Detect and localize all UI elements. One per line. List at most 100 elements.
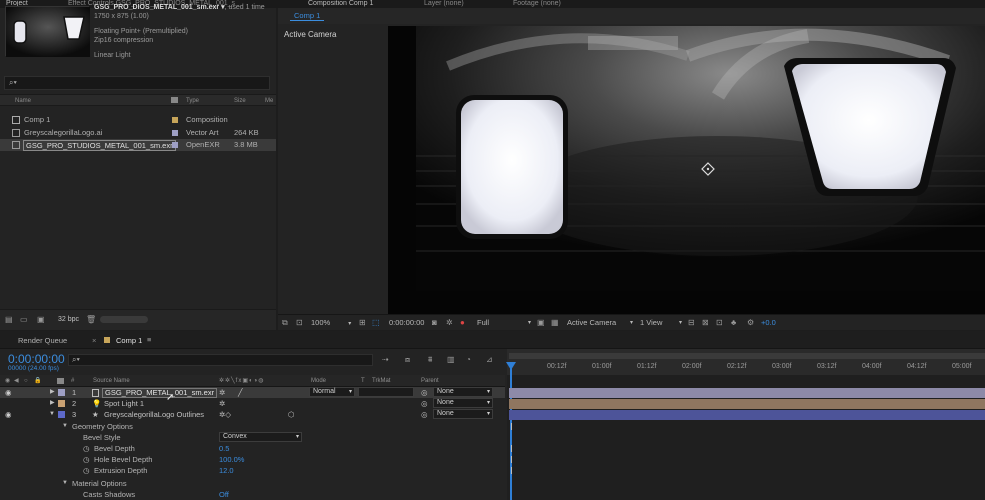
tab-composition[interactable]: Composition Comp 1 [308,0,373,8]
time-ruler[interactable]: 00:12f 01:00f 01:12f 02:00f 02:12f 03:00… [507,349,985,375]
interpret-footage-icon[interactable]: ▤ [5,315,13,325]
project-item[interactable]: Comp 1 Composition [0,114,276,126]
pickwhip-icon[interactable]: ◎ [421,387,428,398]
blend-mode-select[interactable]: Normal ▾ [309,387,355,397]
layer-name[interactable]: Spot Light 1 [104,398,144,409]
work-area-bar[interactable] [509,353,985,359]
fast-previews-icon[interactable]: ⊟ [688,318,695,328]
quality-switch-icon[interactable]: ╱ [238,387,243,398]
flowchart-icon[interactable]: ⊡ [716,318,723,328]
property-row[interactable]: ◷ Extrusion Depth 12.0 [0,465,505,476]
expand-triangle-icon[interactable]: ▼ [62,421,68,432]
col-parent[interactable]: Parent [421,375,439,387]
trkmat-select[interactable] [358,387,414,397]
col-name[interactable]: Name [15,98,31,104]
pickwhip-icon[interactable]: ◎ [421,398,428,409]
property-value[interactable]: 12.0 [219,465,234,476]
new-folder-icon[interactable]: ▭ [20,315,28,325]
keyframe-marker[interactable] [511,467,512,474]
project-search-input[interactable]: ⌕▾ [4,76,270,90]
expand-triangle-icon[interactable]: ▼ [62,478,68,489]
stopwatch-icon[interactable]: ◷ [83,465,90,476]
col-source-name[interactable]: Source Name [93,375,130,387]
show-snapshot-icon[interactable]: ✲ [446,318,453,328]
comp-mini-flowchart-icon[interactable]: ⇢ [382,355,389,365]
layer-label-color[interactable] [58,389,65,396]
timeline-search-input[interactable]: ⌕▾ [68,354,373,366]
composition-canvas[interactable] [388,26,985,314]
toggle-transparency-icon[interactable]: ▣ [537,318,545,328]
property-group[interactable]: ▼ Material Options [0,478,505,489]
eye-icon[interactable]: ◉ [5,409,12,420]
file-name[interactable]: GSG_PRO_DIOS_METAL_001_sm.exr ▾ [94,4,225,11]
shy-layers-icon[interactable]: ⩩ [428,355,432,365]
pickwhip-icon[interactable]: ◎ [421,409,428,420]
tab-footage[interactable]: Footage (none) [513,0,561,8]
tab-comp-1[interactable]: Comp 1 [116,336,142,345]
col-mode[interactable]: Mode [311,375,326,387]
3d-layer-icon[interactable]: ⬡ [288,409,295,420]
eye-icon[interactable]: ◉ [5,375,10,387]
mask-visibility-icon[interactable]: ⬚ [372,318,380,328]
keyframe-marker[interactable] [511,445,512,452]
property-row[interactable]: Bevel Style Convex ▾ [0,432,505,443]
expand-triangle-icon[interactable]: ▶ [50,387,55,398]
expand-triangle-icon[interactable]: ▶ [50,398,55,409]
layer-label-color[interactable] [58,400,65,407]
property-row[interactable]: ◷ Bevel Depth 0.5 [0,443,505,454]
menu-icon[interactable]: ≡ [147,335,151,344]
col-extra[interactable]: Me [265,98,273,104]
viewer-timecode[interactable]: 0:00:00:00 [389,318,424,328]
tab-layer[interactable]: Layer (none) [424,0,464,8]
region-of-interest-icon[interactable]: ⧉ [282,318,288,328]
current-time[interactable]: 0:00:00:00 [8,352,65,366]
layer-name[interactable]: GreyscalegorillaLogo Outlines [104,409,204,420]
property-row[interactable]: Casts Shadows Off [0,489,505,500]
safe-area-icon[interactable]: ⊞ [359,318,366,328]
parent-select[interactable]: None ▾ [433,409,493,419]
expand-triangle-icon[interactable]: ▼ [49,409,55,420]
timeline-icon[interactable]: ⊠ [702,318,709,328]
property-value[interactable]: Off [219,489,229,500]
keyframe-marker[interactable] [511,423,512,430]
bevel-style-select[interactable]: Convex ▾ [219,432,302,442]
col-trkmat[interactable]: TrkMat [372,375,390,387]
camera-select[interactable]: Active Camera ▾ [567,318,633,328]
property-row[interactable]: ◷ Hole Bevel Depth 100.0% [0,454,505,465]
zoom-select[interactable]: 100% ▾ [311,318,351,328]
property-group[interactable]: ▼ Geometry Options [0,421,505,432]
layer-name[interactable]: GSG_PRO_METAL_001_sm.exr [102,388,218,398]
exposure-value[interactable]: +0.0 [761,318,776,328]
collapse-switch-icon[interactable]: ✲◇ [219,409,231,420]
project-scrollbar[interactable] [100,316,148,323]
parent-select[interactable]: None ▾ [433,387,493,397]
graph-editor-icon[interactable]: ⊿ [486,355,493,365]
toggle-grid-icon[interactable]: ▦ [551,318,559,328]
solo-icon[interactable]: ○ [24,375,28,387]
stopwatch-icon[interactable]: ◷ [83,443,90,454]
layer-row[interactable]: ◉ ▼ 3 ★ GreyscalegorillaLogo Outlines ✲◇… [0,409,505,420]
layer-row[interactable]: ◉ ▶ 1 GSG_PRO_METAL_001_sm.exr ➚ ✲ ╱ Nor… [0,387,505,403]
property-value[interactable]: 100.0% [219,454,244,465]
draft-3d-icon[interactable]: ⧈ [405,355,410,365]
frame-blending-icon[interactable]: ▥ [447,355,455,365]
close-icon[interactable]: × [92,336,96,345]
playhead[interactable] [510,362,512,500]
parent-select[interactable]: None ▾ [433,398,493,408]
collapse-switch-icon[interactable]: ✲ [219,398,225,409]
layer-duration-bar[interactable] [509,388,985,398]
motion-blur-icon[interactable]: ◔ [466,355,471,365]
bpc-label[interactable]: 32 bpc [58,316,79,323]
tab-render-queue[interactable]: Render Queue [18,336,67,345]
collapse-switch-icon[interactable]: ✲ [219,387,225,398]
reset-exposure-icon[interactable]: ⚙ [747,318,754,328]
viewer-comp-tab[interactable]: Comp 1 [290,11,325,21]
keyframe-marker[interactable] [511,456,512,463]
audio-icon[interactable]: ◀ [14,375,19,387]
trash-icon[interactable]: 🗑 [86,315,96,325]
layer-label-color[interactable] [58,411,65,418]
project-item[interactable]: GSG_PRO_STUDIOS_METAL_001_sm.exr OpenEXR… [0,139,276,151]
property-value[interactable]: 0.5 [219,443,229,454]
layer-duration-bar[interactable] [509,399,985,409]
project-item[interactable]: GreyscalegorillaLogo.ai Vector Art 264 K… [0,127,276,139]
